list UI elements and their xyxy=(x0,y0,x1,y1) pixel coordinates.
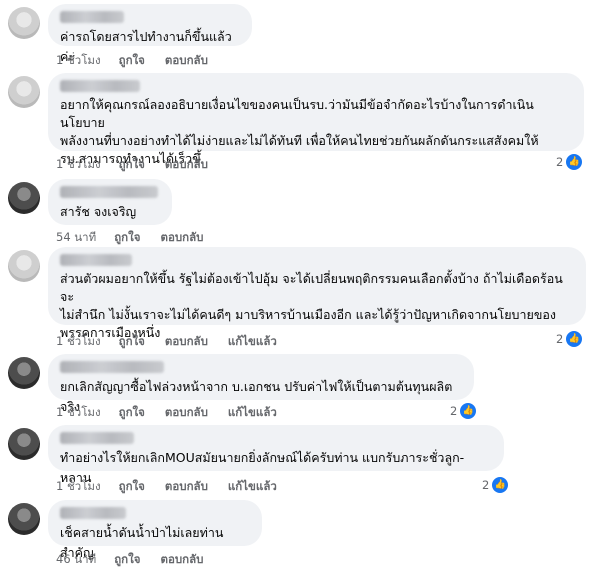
reply-button[interactable]: ตอบกลับ xyxy=(160,229,203,247)
like-button[interactable]: ถูกใจ xyxy=(119,333,145,351)
author-name-blurred[interactable] xyxy=(60,361,164,373)
avatar[interactable] xyxy=(8,182,40,214)
timestamp[interactable]: 1 ชั่วโมง xyxy=(56,404,101,422)
like-button[interactable]: ถูกใจ xyxy=(119,404,145,422)
edited-label[interactable]: แก้ไขแล้ว xyxy=(228,478,277,496)
author-name-blurred[interactable] xyxy=(60,80,140,92)
reaction-count[interactable]: 2 👍 xyxy=(450,403,477,419)
comment-bubble: ส่วนตัวผมอยากให้ขึ้น รัฐไม่ต้องเข้าไปอุ้… xyxy=(48,247,586,340)
comment-actions: 54 นาที ถูกใจ ตอบกลับ xyxy=(56,229,223,247)
timestamp[interactable]: 46 นาที xyxy=(56,551,96,569)
reply-button[interactable]: ตอบกลับ xyxy=(165,156,208,174)
author-name-blurred[interactable] xyxy=(60,186,158,198)
like-button[interactable]: ถูกใจ xyxy=(119,52,145,70)
comment-actions: 46 นาที ถูกใจ ตอบกลับ xyxy=(56,551,223,569)
comment-bubble: อยากให้คุณกรณ์ลองอธิบายเงื่อนไขของคนเป็น… xyxy=(48,73,584,166)
reaction-count[interactable]: 2 👍 xyxy=(556,154,583,170)
avatar[interactable] xyxy=(8,250,40,282)
author-name-blurred[interactable] xyxy=(60,507,126,519)
comment-actions: 1 ชั่วโมง ถูกใจ ตอบกลับ แก้ไขแล้ว xyxy=(56,404,297,422)
avatar[interactable] xyxy=(8,357,40,389)
comment-bubble: สารัช จงเจริญ xyxy=(48,179,172,225)
comment-bubble: ค่ารถโดยสารไปทำงานก็ขึ้นแล้วค่ะ xyxy=(48,4,252,64)
avatar[interactable] xyxy=(8,503,40,535)
reply-button[interactable]: ตอบกลับ xyxy=(165,478,208,496)
avatar[interactable] xyxy=(8,7,40,39)
comment-actions: 1 ชั่วโมง ถูกใจ ตอบกลับ แก้ไขแล้ว xyxy=(56,333,297,351)
like-button[interactable]: ถูกใจ xyxy=(119,478,145,496)
comment-actions: 1 ชั่วโมง ถูกใจ ตอบกลับ แก้ไขแล้ว xyxy=(56,478,297,496)
like-thumb-icon: 👍 xyxy=(566,154,583,170)
author-name-blurred[interactable] xyxy=(60,11,124,23)
reaction-count[interactable]: 2 👍 xyxy=(556,331,583,347)
like-thumb-icon: 👍 xyxy=(566,331,583,347)
author-name-blurred[interactable] xyxy=(60,254,132,266)
reaction-number: 2 xyxy=(482,478,490,492)
like-button[interactable]: ถูกใจ xyxy=(119,156,145,174)
timestamp[interactable]: 1 ชั่วโมง xyxy=(56,478,101,496)
like-thumb-icon: 👍 xyxy=(492,477,509,493)
timestamp[interactable]: 1 ชั่วโมง xyxy=(56,52,101,70)
comment-actions: 1 ชั่วโมง ถูกใจ ตอบกลับ xyxy=(56,156,228,174)
like-button[interactable]: ถูกใจ xyxy=(114,229,140,247)
comment-bubble: ยกเลิกสัญญาซื้อไฟล่วงหน้าจาก บ.เอกชน ปรั… xyxy=(48,354,474,414)
reply-button[interactable]: ตอบกลับ xyxy=(165,52,208,70)
reply-button[interactable]: ตอบกลับ xyxy=(160,551,203,569)
comment-bubble: เช็คสายน้ำดันน้ำป่าไม่เลยท่านสำคัญ xyxy=(48,500,262,560)
timestamp[interactable]: 54 นาที xyxy=(56,229,96,247)
like-button[interactable]: ถูกใจ xyxy=(114,551,140,569)
comment-actions: 1 ชั่วโมง ถูกใจ ตอบกลับ xyxy=(56,52,228,70)
reaction-number: 2 xyxy=(556,155,564,169)
like-thumb-icon: 👍 xyxy=(460,403,477,419)
reply-button[interactable]: ตอบกลับ xyxy=(165,333,208,351)
comment-bubble: ทำอย่างไรให้ยกเลิกMOUสมัยนายกยิ่งลักษณ์ไ… xyxy=(48,425,504,485)
reaction-number: 2 xyxy=(450,404,458,418)
reply-button[interactable]: ตอบกลับ xyxy=(165,404,208,422)
comment-text: ส่วนตัวผมอยากให้ขึ้น รัฐไม่ต้องเข้าไปอุ้… xyxy=(60,271,563,340)
edited-label[interactable]: แก้ไขแล้ว xyxy=(228,333,277,351)
timestamp[interactable]: 1 ชั่วโมง xyxy=(56,333,101,351)
timestamp[interactable]: 1 ชั่วโมง xyxy=(56,156,101,174)
reaction-count[interactable]: 2 👍 xyxy=(482,477,509,493)
edited-label[interactable]: แก้ไขแล้ว xyxy=(228,404,277,422)
reaction-number: 2 xyxy=(556,332,564,346)
avatar[interactable] xyxy=(8,428,40,460)
avatar[interactable] xyxy=(8,76,40,108)
author-name-blurred[interactable] xyxy=(60,432,134,444)
comment-text: สารัช จงเจริญ xyxy=(60,204,137,219)
